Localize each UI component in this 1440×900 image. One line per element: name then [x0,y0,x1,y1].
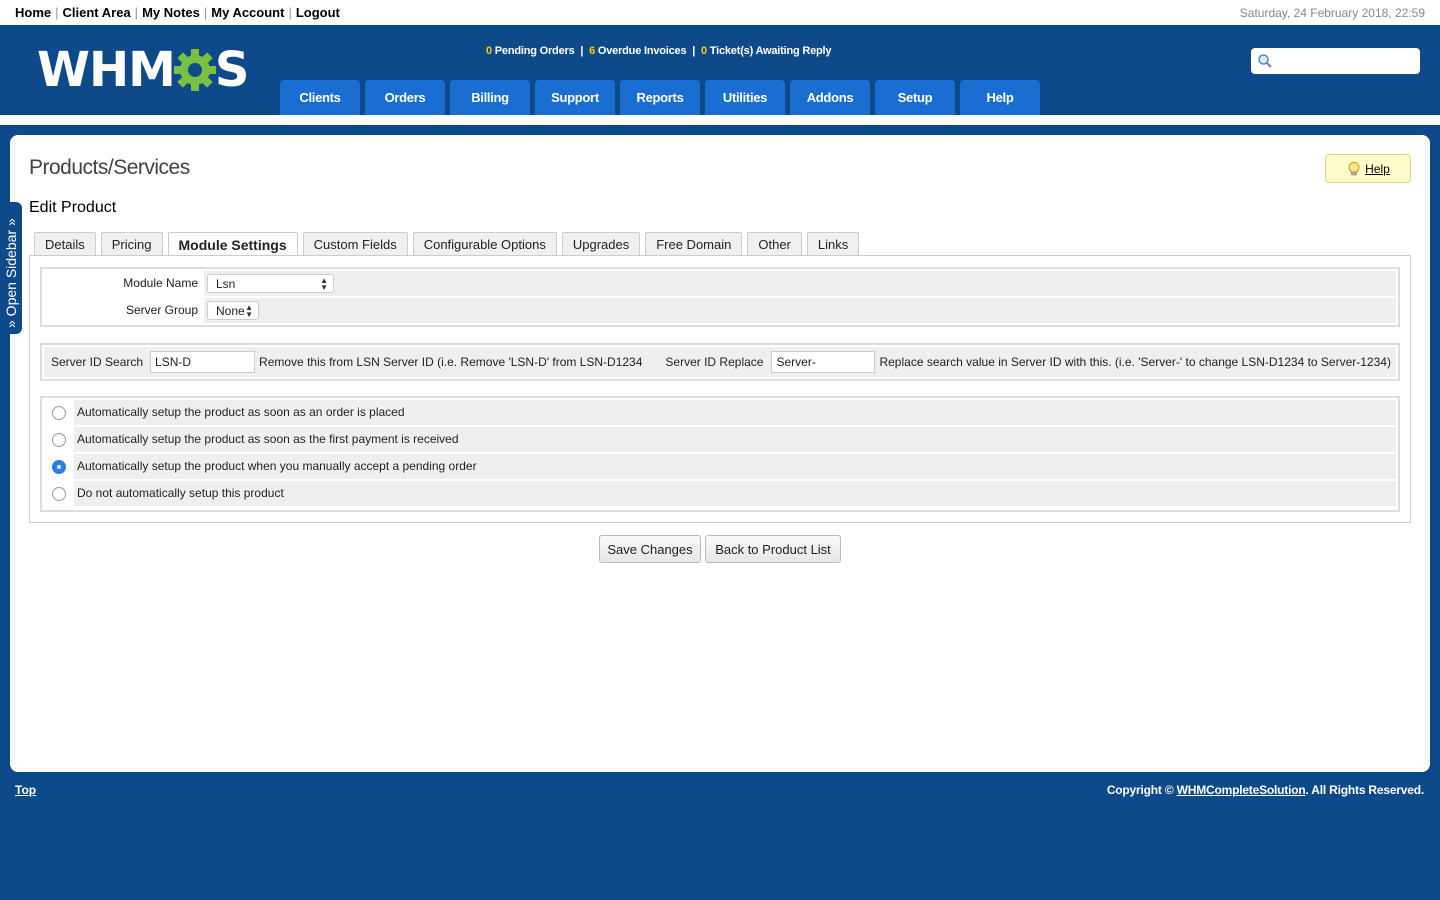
search-input[interactable] [1251,48,1420,74]
main-nav: Clients Orders Billing Support Reports U… [280,80,1045,115]
top-link[interactable]: Top [15,783,36,797]
nav-addons[interactable]: Addons [790,80,870,115]
server-id-search-help: Remove this from LSN Server ID (i.e. Rem… [259,355,643,369]
module-name-value: Lsn [216,276,236,291]
copyright-link[interactable]: WHMCompleteSolution [1177,783,1306,797]
tab-upgrades[interactable]: Upgrades [561,232,641,255]
content-panel: Products/Services Help Edit Product Deta… [10,135,1430,772]
help-label: Help [1365,161,1390,176]
client-area-link[interactable]: Client Area [63,5,131,20]
help-button[interactable]: Help [1325,154,1411,183]
nav-help[interactable]: Help [960,80,1040,115]
separator: | [134,5,139,20]
search-icon [1258,54,1272,68]
setup-options-box: Automatically setup the product as soon … [40,396,1400,512]
header: WHM S 0 Pending Orders | 6 Overdue Invoi… [0,25,1440,115]
module-name-row: Module Name Lsn ▲ ▼ [44,271,1396,296]
nav-clients[interactable]: Clients [280,80,360,115]
copyright-prefix: Copyright © [1106,783,1174,797]
module-name-select[interactable]: Lsn ▲ ▼ [207,274,334,293]
overdue-invoices-count[interactable]: 6 [589,45,595,57]
overdue-invoices-label[interactable]: Overdue Invoices [598,45,687,57]
back-to-product-list-button[interactable]: Back to Product List [705,535,841,563]
copyright: Copyright © WHMCompleteSolution. All Rig… [1107,783,1424,797]
whmcs-logo[interactable]: WHM S [37,42,250,98]
open-sidebar-toggle[interactable]: » Open Sidebar » [0,202,22,334]
nav-utilities[interactable]: Utilities [705,80,785,115]
save-changes-button[interactable]: Save Changes [599,535,701,563]
my-notes-link[interactable]: My Notes [142,5,200,20]
select-arrows-icon: ▲ ▼ [320,276,328,292]
separator: | [692,45,696,57]
tab-custom-fields[interactable]: Custom Fields [302,232,408,255]
product-tabs: Details Pricing Module Settings Custom F… [34,232,864,256]
page-subtitle: Edit Product [29,199,117,216]
tab-links[interactable]: Links [806,232,860,255]
nav-setup[interactable]: Setup [875,80,955,115]
separator: | [580,45,584,57]
server-id-replace-help: Replace search value in Server ID with t… [879,355,1391,369]
datetime: Saturday, 24 February 2018, 22:59 [1239,6,1425,20]
pending-orders-count[interactable]: 0 [486,45,492,57]
server-group-label: Server Group [44,298,204,323]
page-title: Products/Services [29,156,190,179]
setup-option-label: Automatically setup the product when you… [74,454,1396,479]
logout-link[interactable]: Logout [296,5,340,20]
server-group-select[interactable]: None ▲ ▼ [207,301,259,320]
server-id-replace-input[interactable]: Server- [771,351,876,373]
radio-button-selected[interactable] [52,459,66,474]
separator: | [288,5,292,20]
setup-option[interactable]: Automatically setup the product as soon … [44,400,1396,425]
tab-configurable-options[interactable]: Configurable Options [412,232,557,255]
nav-orders[interactable]: Orders [365,80,445,115]
open-sidebar-label: » Open Sidebar » [3,218,19,328]
nav-billing[interactable]: Billing [450,80,530,115]
tickets-count[interactable]: 0 [701,45,707,57]
tab-module-settings[interactable]: Module Settings [167,232,298,256]
radio-button[interactable] [52,432,66,447]
nav-reports[interactable]: Reports [620,80,700,115]
module-box: Module Name Lsn ▲ ▼ Server Group None ▲ ▼ [40,267,1400,327]
server-group-value: None [216,303,245,318]
radio-button[interactable] [52,405,66,420]
separator: | [203,5,208,20]
tab-free-domain[interactable]: Free Domain [645,232,743,255]
logo-text-right: S [214,42,250,98]
top-links: Home | Client Area | My Notes | My Account | Log… [15,5,340,20]
setup-option[interactable]: Automatically setup the product as soon … [44,427,1396,452]
module-name-label: Module Name [44,271,204,296]
separator: | [55,5,59,20]
gear-icon [173,49,216,91]
setup-option-label: Do not automatically setup this product [74,481,1396,506]
radio-button[interactable] [52,486,66,501]
module-settings-panel: Module Name Lsn ▲ ▼ Server Group None ▲ ▼ [29,255,1411,523]
lightbulb-icon [1348,161,1360,175]
header-stats: 0 Pending Orders | 6 Overdue Invoices | … [486,45,832,57]
setup-option[interactable]: Automatically setup the product when you… [44,454,1396,479]
top-bar: Home | Client Area | My Notes | My Account | Log… [0,0,1440,25]
server-id-search-input[interactable]: LSN-D [150,351,256,373]
tab-other[interactable]: Other [747,232,802,255]
server-id-replace-label: Server ID Replace [665,355,764,369]
select-arrows-icon: ▲ ▼ [245,303,253,319]
server-id-box: Server ID Search LSN-D Remove this from … [40,343,1400,381]
server-group-row: Server Group None ▲ ▼ [44,298,1396,323]
tab-pricing[interactable]: Pricing [100,232,163,255]
header-divider [0,115,1440,125]
tab-details[interactable]: Details [34,232,96,255]
setup-option[interactable]: Do not automatically setup this product [44,481,1396,506]
copyright-suffix: . All Rights Reserved. [1305,783,1424,797]
nav-support[interactable]: Support [535,80,615,115]
setup-option-label: Automatically setup the product as soon … [74,400,1396,425]
logo-text-left: WHM [37,42,176,98]
home-link[interactable]: Home [15,5,51,20]
my-account-link[interactable]: My Account [211,5,284,20]
server-id-search-label: Server ID Search [51,355,144,369]
tickets-label[interactable]: Ticket(s) Awaiting Reply [710,45,832,57]
pending-orders-label[interactable]: Pending Orders [495,45,575,57]
setup-option-label: Automatically setup the product as soon … [74,427,1396,452]
